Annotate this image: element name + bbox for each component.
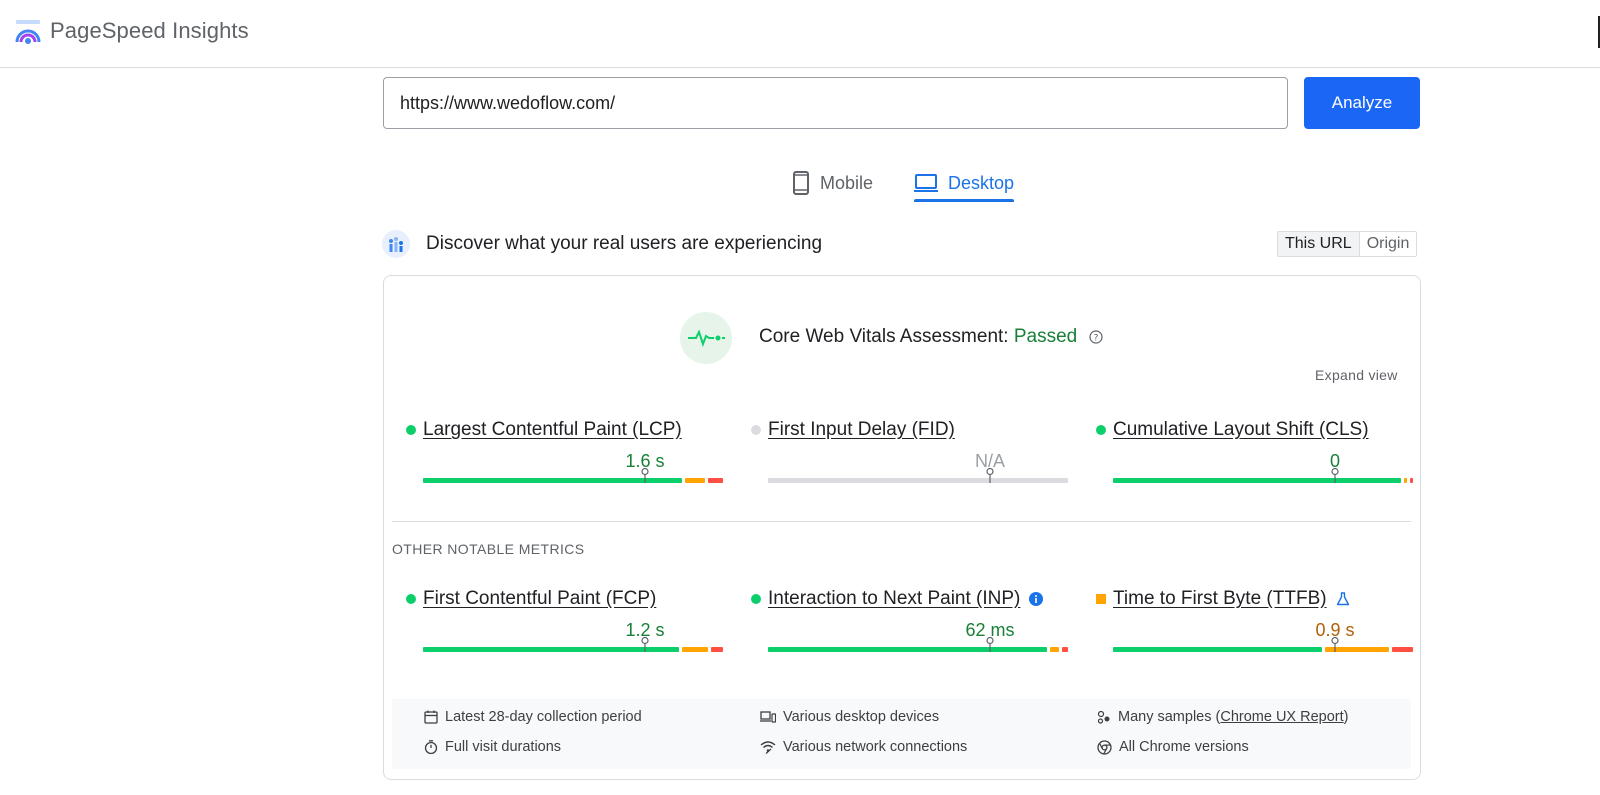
- metric-ttfb-bar: [1113, 637, 1413, 652]
- value-marker-pin: [986, 468, 994, 483]
- info-collection-period-text: Latest 28-day collection period: [445, 709, 642, 725]
- value-marker-pin: [986, 637, 994, 652]
- status-dot: [406, 594, 416, 604]
- info-samples: Many samples (Chrome UX Report): [1097, 709, 1348, 725]
- metric-inp: Interaction to Next Paint (INP) 62 ms: [748, 587, 1068, 652]
- chrome-icon: [1097, 739, 1112, 755]
- help-icon[interactable]: ?: [1088, 330, 1103, 344]
- status-dot: [751, 594, 761, 604]
- metric-fid: First Input Delay (FID) N/A: [748, 418, 1068, 483]
- svg-text:?: ?: [1093, 333, 1098, 343]
- other-metrics-heading: OTHER NOTABLE METRICS: [392, 541, 585, 557]
- brand[interactable]: PageSpeed Insights: [14, 17, 249, 45]
- bar-segment-needs-improvement: [1404, 478, 1408, 483]
- metric-fcp: First Contentful Paint (FCP) 1.2 s: [403, 587, 723, 652]
- metric-fcp-bar: [423, 637, 723, 652]
- bar-segment-needs-improvement: [681, 647, 709, 652]
- info-network: Various network connections: [760, 739, 967, 755]
- info-samples-prefix: Many samples (: [1118, 709, 1221, 725]
- status-dot: [751, 425, 761, 435]
- metric-lcp-link[interactable]: Largest Contentful Paint (LCP): [423, 419, 682, 441]
- bar-segment-good: [1113, 478, 1402, 483]
- bar-segment-poor: [1410, 478, 1413, 483]
- phone-icon: [793, 171, 809, 195]
- bar-segment-good: [1113, 647, 1322, 652]
- wifi-icon: [760, 741, 776, 754]
- data-info-panel: Latest 28-day collection period Various …: [392, 699, 1411, 769]
- bar-segment-na: [768, 478, 1068, 483]
- section-divider: [392, 521, 1411, 522]
- tab-selected-indicator: [914, 199, 1014, 202]
- cwv-assessment-label: Core Web Vitals Assessment:: [759, 326, 1014, 347]
- value-marker-pin: [641, 637, 649, 652]
- origin-button[interactable]: Origin: [1359, 232, 1417, 256]
- metric-fcp-link[interactable]: First Contentful Paint (FCP): [423, 588, 656, 610]
- info-chrome-versions-text: All Chrome versions: [1119, 739, 1249, 755]
- app-header: PageSpeed Insights: [0, 0, 1600, 68]
- status-square: [1096, 594, 1106, 604]
- metric-ttfb: Time to First Byte (TTFB) 0.9 s: [1093, 587, 1413, 652]
- this-url-button[interactable]: This URL: [1278, 232, 1360, 256]
- url-input[interactable]: [383, 77, 1288, 129]
- info-chrome-versions: All Chrome versions: [1097, 739, 1249, 755]
- metric-cls: Cumulative Layout Shift (CLS) 0: [1093, 418, 1413, 483]
- info-samples-suffix: ): [1343, 709, 1349, 725]
- bar-segment-poor: [708, 478, 723, 483]
- metric-inp-link[interactable]: Interaction to Next Paint (INP): [768, 588, 1020, 610]
- info-visit-durations: Full visit durations: [424, 739, 561, 755]
- samples-icon: [1097, 710, 1110, 724]
- expand-view-button[interactable]: Expand view: [1315, 367, 1398, 383]
- bar-segment-poor: [711, 647, 723, 652]
- devices-icon: [760, 711, 776, 723]
- metric-lcp: Largest Contentful Paint (LCP) 1.6 s: [403, 418, 723, 483]
- bar-segment-good: [768, 647, 1048, 652]
- cwv-assessment-status: Passed: [1013, 326, 1078, 347]
- status-dot: [1096, 425, 1106, 435]
- value-marker-pin: [1331, 468, 1339, 483]
- metric-ttfb-link[interactable]: Time to First Byte (TTFB): [1113, 588, 1327, 610]
- experimental-flask-icon[interactable]: [1336, 592, 1350, 606]
- cwv-assessment: Core Web Vitals Assessment: Passed ?: [759, 326, 1103, 348]
- tab-mobile-label: Mobile: [820, 172, 874, 193]
- laptop-icon: [914, 174, 938, 192]
- analyze-button[interactable]: Analyze: [1304, 77, 1420, 129]
- metric-cls-bar: [1113, 468, 1413, 483]
- info-visit-durations-text: Full visit durations: [445, 739, 562, 755]
- bar-segment-poor: [1062, 647, 1068, 652]
- tab-mobile[interactable]: Mobile: [792, 162, 873, 204]
- info-devices: Various desktop devices: [760, 709, 939, 725]
- status-dot: [406, 425, 416, 435]
- calendar-icon: [424, 710, 438, 724]
- info-collection-period: Latest 28-day collection period: [424, 709, 642, 725]
- info-icon[interactable]: [1029, 592, 1044, 606]
- chrome-ux-report-link[interactable]: Chrome UX Report: [1220, 709, 1343, 725]
- bar-segment-needs-improvement: [684, 478, 706, 483]
- value-marker-pin: [641, 468, 649, 483]
- tab-desktop[interactable]: Desktop: [914, 162, 1014, 204]
- metric-cls-link[interactable]: Cumulative Layout Shift (CLS): [1113, 419, 1369, 441]
- value-marker-pin: [1331, 637, 1339, 652]
- url-origin-toggle: This URL Origin: [1277, 231, 1418, 257]
- metric-lcp-bar: [423, 468, 723, 483]
- pagespeed-logo-icon: [15, 20, 41, 44]
- metric-fid-link[interactable]: First Input Delay (FID): [768, 419, 955, 441]
- metric-inp-bar: [768, 637, 1068, 652]
- info-network-text: Various network connections: [783, 739, 968, 755]
- bar-segment-needs-improvement: [1050, 647, 1060, 652]
- vitals-pulse-icon: [688, 329, 725, 347]
- tab-desktop-label: Desktop: [948, 172, 1015, 193]
- users-chart-icon: [382, 230, 410, 258]
- cwv-badge: [680, 312, 732, 364]
- bar-segment-poor: [1392, 647, 1413, 652]
- metric-fid-bar: [768, 468, 1068, 483]
- brand-name: PageSpeed Insights: [50, 18, 249, 43]
- stopwatch-icon: [424, 740, 438, 754]
- field-data-title: Discover what your real users are experi…: [426, 233, 823, 254]
- info-devices-text: Various desktop devices: [783, 709, 940, 725]
